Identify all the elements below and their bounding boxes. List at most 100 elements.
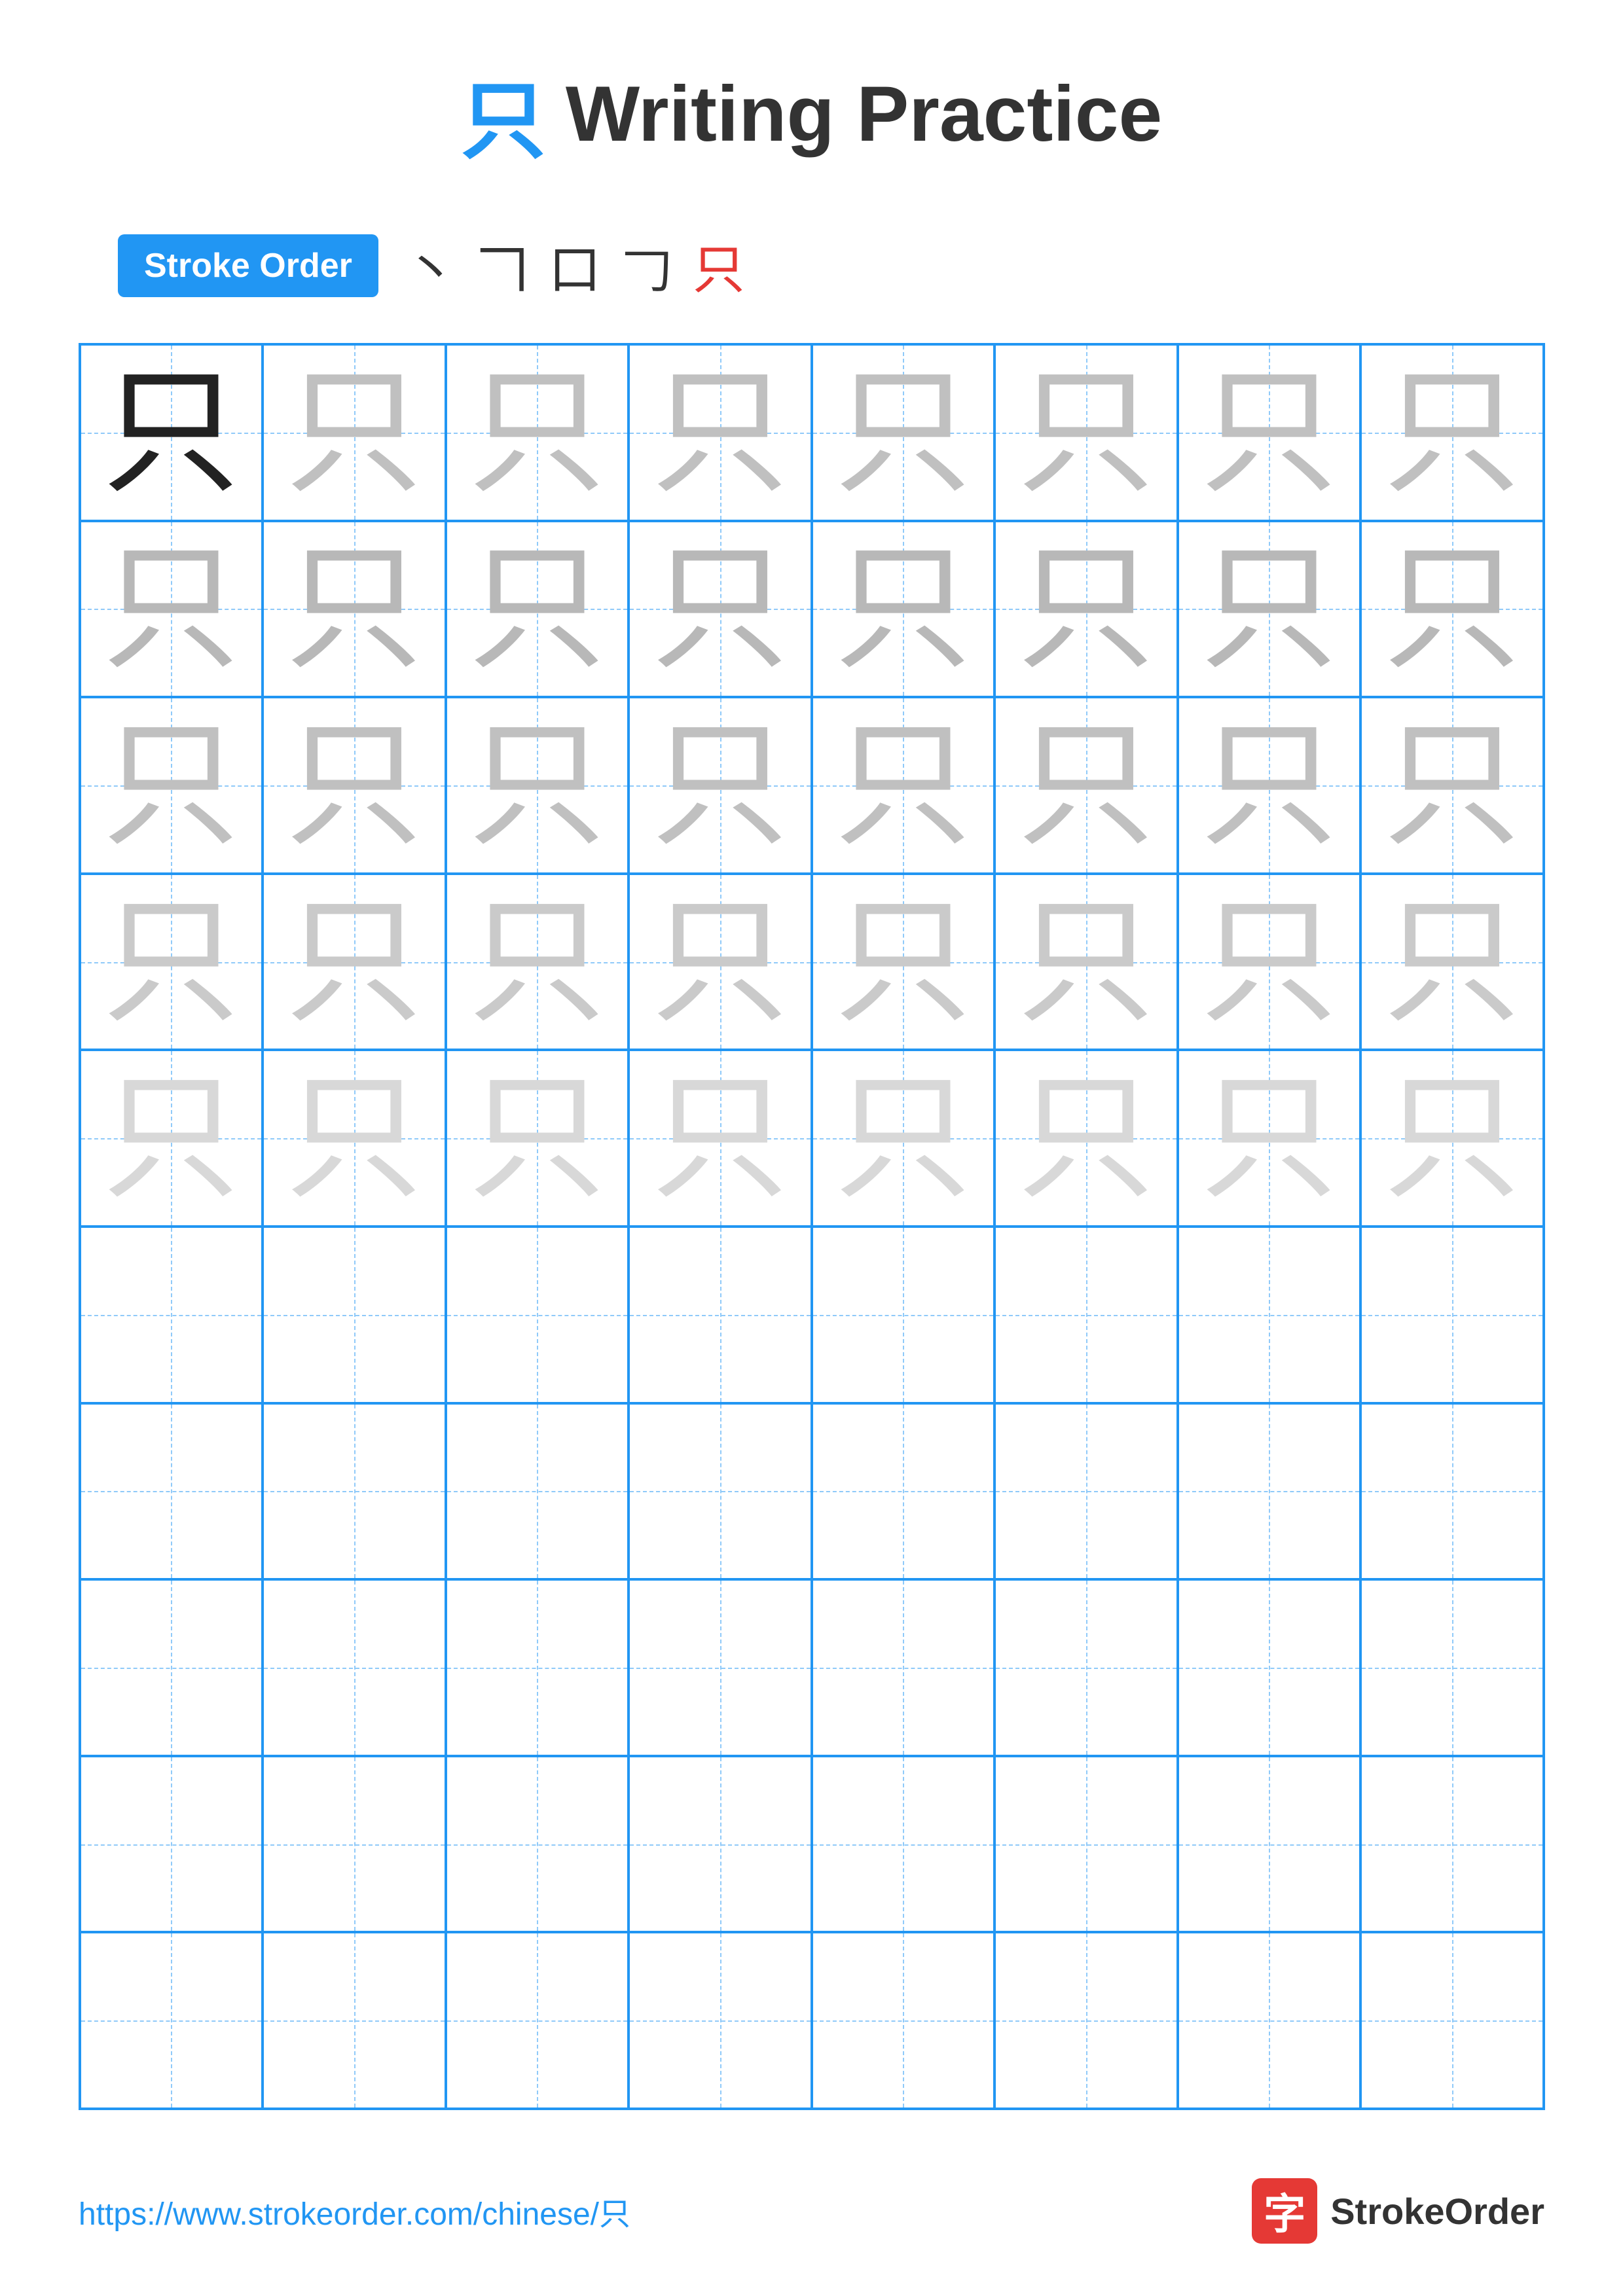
practice-char: 只 bbox=[834, 893, 972, 1031]
grid-cell[interactable] bbox=[629, 1403, 812, 1580]
stroke-order-badge: Stroke Order bbox=[118, 234, 378, 297]
grid-cell[interactable]: 只 bbox=[1178, 344, 1361, 521]
grid-cell[interactable]: 只 bbox=[446, 521, 629, 698]
grid-cell[interactable] bbox=[812, 1756, 995, 1933]
grid-cell[interactable] bbox=[263, 1579, 446, 1756]
grid-cell[interactable] bbox=[629, 1932, 812, 2109]
grid-cell[interactable] bbox=[629, 1227, 812, 1403]
grid-cell[interactable]: 只 bbox=[812, 697, 995, 874]
grid-cell[interactable]: 只 bbox=[994, 874, 1178, 1050]
practice-char: 只 bbox=[1017, 364, 1155, 501]
grid-cell[interactable]: 只 bbox=[994, 344, 1178, 521]
grid-cell[interactable] bbox=[1178, 1403, 1361, 1580]
grid-cell[interactable]: 只 bbox=[80, 697, 263, 874]
grid-cell[interactable] bbox=[812, 1932, 995, 2109]
grid-cell[interactable]: 只 bbox=[994, 697, 1178, 874]
grid-cell[interactable] bbox=[994, 1756, 1178, 1933]
practice-char: 只 bbox=[468, 893, 606, 1031]
footer-logo: 字 StrokeOrder bbox=[1252, 2178, 1544, 2244]
practice-char: 只 bbox=[102, 540, 240, 677]
grid-cell[interactable] bbox=[80, 1579, 263, 1756]
grid-cell[interactable]: 只 bbox=[1178, 697, 1361, 874]
practice-char: 只 bbox=[1017, 1069, 1155, 1207]
grid-cell[interactable] bbox=[80, 1403, 263, 1580]
grid-cell[interactable]: 只 bbox=[629, 344, 812, 521]
grid-cell[interactable]: 只 bbox=[80, 344, 263, 521]
grid-cell[interactable]: 只 bbox=[812, 521, 995, 698]
grid-cell[interactable] bbox=[80, 1227, 263, 1403]
grid-cell[interactable]: 只 bbox=[1178, 521, 1361, 698]
grid-cell[interactable] bbox=[1178, 1227, 1361, 1403]
grid-cell[interactable]: 只 bbox=[446, 697, 629, 874]
title-text: Writing Practice bbox=[566, 69, 1162, 159]
grid-cell[interactable]: 只 bbox=[812, 344, 995, 521]
practice-char: 只 bbox=[468, 1069, 606, 1207]
grid-cell[interactable] bbox=[263, 1756, 446, 1933]
grid-cell[interactable] bbox=[446, 1932, 629, 2109]
grid-cell[interactable] bbox=[1178, 1932, 1361, 2109]
grid-cell[interactable] bbox=[80, 1756, 263, 1933]
grid-cell[interactable] bbox=[1178, 1756, 1361, 1933]
grid-cell[interactable]: 只 bbox=[446, 344, 629, 521]
grid-cell[interactable]: 只 bbox=[263, 344, 446, 521]
practice-char: 只 bbox=[834, 717, 972, 854]
grid-cell[interactable] bbox=[1178, 1579, 1361, 1756]
stroke-3: 口 bbox=[549, 228, 601, 304]
practice-char: 只 bbox=[1383, 717, 1521, 854]
grid-cell[interactable] bbox=[812, 1579, 995, 1756]
grid-cell[interactable]: 只 bbox=[812, 1050, 995, 1227]
grid-cell[interactable] bbox=[994, 1932, 1178, 2109]
practice-char: 只 bbox=[1200, 893, 1338, 1031]
grid-cell[interactable] bbox=[1360, 1403, 1544, 1580]
grid-cell[interactable] bbox=[812, 1403, 995, 1580]
grid-cell[interactable] bbox=[263, 1227, 446, 1403]
stroke-5: 只 bbox=[693, 228, 745, 304]
practice-char: 只 bbox=[468, 540, 606, 677]
grid-cell[interactable]: 只 bbox=[263, 874, 446, 1050]
grid-cell[interactable] bbox=[1360, 1756, 1544, 1933]
grid-cell[interactable]: 只 bbox=[629, 874, 812, 1050]
grid-cell[interactable]: 只 bbox=[1360, 521, 1544, 698]
grid-cell[interactable]: 只 bbox=[1360, 874, 1544, 1050]
grid-cell[interactable] bbox=[263, 1932, 446, 2109]
grid-cell[interactable] bbox=[994, 1403, 1178, 1580]
grid-cell[interactable] bbox=[994, 1227, 1178, 1403]
grid-cell[interactable] bbox=[812, 1227, 995, 1403]
grid-cell[interactable] bbox=[1360, 1579, 1544, 1756]
grid-cell[interactable]: 只 bbox=[629, 521, 812, 698]
grid-cell[interactable] bbox=[994, 1579, 1178, 1756]
grid-cell[interactable]: 只 bbox=[629, 1050, 812, 1227]
grid-cell[interactable] bbox=[446, 1579, 629, 1756]
grid-cell[interactable]: 只 bbox=[1360, 697, 1544, 874]
grid-cell[interactable]: 只 bbox=[263, 697, 446, 874]
grid-cell[interactable] bbox=[1360, 1932, 1544, 2109]
grid-cell[interactable] bbox=[446, 1403, 629, 1580]
practice-char: 只 bbox=[1383, 1069, 1521, 1207]
grid-cell[interactable] bbox=[263, 1403, 446, 1580]
grid-cell[interactable]: 只 bbox=[446, 1050, 629, 1227]
grid-cell[interactable]: 只 bbox=[1360, 344, 1544, 521]
practice-char: 只 bbox=[102, 364, 240, 501]
grid-cell[interactable]: 只 bbox=[80, 1050, 263, 1227]
grid-cell[interactable]: 只 bbox=[1178, 874, 1361, 1050]
grid-cell[interactable] bbox=[629, 1756, 812, 1933]
grid-cell[interactable]: 只 bbox=[1178, 1050, 1361, 1227]
grid-cell[interactable]: 只 bbox=[812, 874, 995, 1050]
practice-char: 只 bbox=[285, 717, 423, 854]
grid-cell[interactable] bbox=[629, 1579, 812, 1756]
grid-cell[interactable]: 只 bbox=[263, 521, 446, 698]
grid-cell[interactable]: 只 bbox=[629, 697, 812, 874]
grid-cell[interactable] bbox=[1360, 1227, 1544, 1403]
grid-cell[interactable]: 只 bbox=[994, 521, 1178, 698]
grid-cell[interactable]: 只 bbox=[80, 874, 263, 1050]
stroke-2: 𠃍 bbox=[477, 228, 529, 304]
grid-cell[interactable]: 只 bbox=[80, 521, 263, 698]
grid-cell[interactable]: 只 bbox=[263, 1050, 446, 1227]
grid-cell[interactable]: 只 bbox=[1360, 1050, 1544, 1227]
practice-char: 只 bbox=[1200, 717, 1338, 854]
grid-cell[interactable] bbox=[446, 1227, 629, 1403]
grid-cell[interactable]: 只 bbox=[994, 1050, 1178, 1227]
grid-cell[interactable] bbox=[80, 1932, 263, 2109]
grid-cell[interactable] bbox=[446, 1756, 629, 1933]
grid-cell[interactable]: 只 bbox=[446, 874, 629, 1050]
